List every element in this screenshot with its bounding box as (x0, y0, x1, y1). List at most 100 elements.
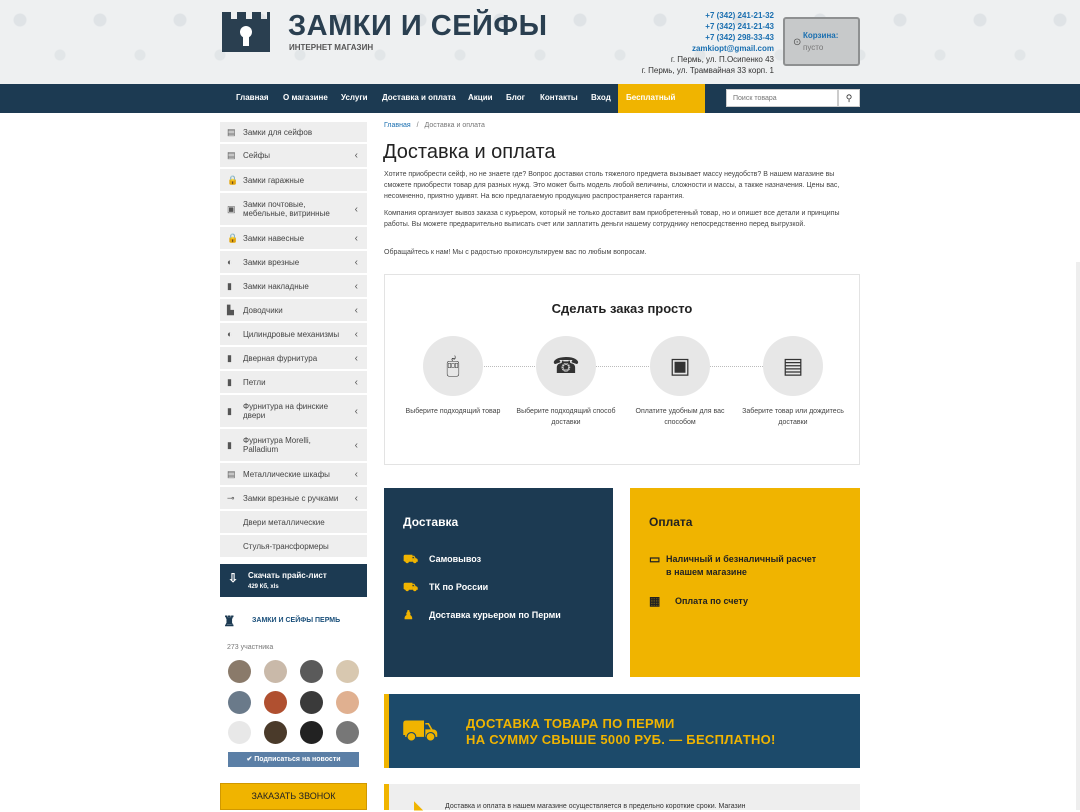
nav-contacts[interactable]: Контакты (540, 84, 578, 113)
avatar[interactable] (300, 691, 323, 714)
sidebar-item[interactable]: ⊸ Замки врезные с ручками ‹ (220, 487, 367, 511)
avatar[interactable] (228, 660, 251, 683)
sidebar-item[interactable]: ▣ Замки почтовые, мебельные, витринные ‹ (220, 193, 367, 227)
sidebar-item[interactable]: ▤ Металлические шкафы ‹ (220, 463, 367, 487)
delivery-item: ⛟ Самовывоз (403, 553, 481, 566)
chevron-left-icon[interactable]: ‹ (355, 440, 358, 451)
chevron-left-icon[interactable]: ‹ (355, 377, 358, 388)
payment-item: ▦ Оплата по счету (649, 595, 748, 608)
vk-group-title[interactable]: ЗАМКИ И СЕЙФЫ ПЕРМЬ (252, 617, 340, 624)
avatar[interactable] (336, 660, 359, 683)
sidebar-item-label: Фурнитура Morelli, Palladium (243, 436, 311, 454)
sidebar-item[interactable]: ▙ Доводчики ‹ (220, 299, 367, 323)
brand-subtitle: ИНТЕРНЕТ МАГАЗИН (289, 43, 374, 52)
sidebar-item-label: Петли (243, 377, 266, 387)
nav-services[interactable]: Услуги (341, 84, 368, 113)
sidebar-item[interactable]: ▤ Сейфы ‹ (220, 144, 367, 169)
avatar[interactable] (264, 721, 287, 744)
price-size: 429 Кб, xls (248, 584, 279, 590)
chevron-left-icon[interactable]: ‹ (355, 353, 358, 364)
delivery-truck-icon: ⛟ (401, 714, 439, 747)
package-icon: ▤ (763, 336, 823, 396)
free-call-button[interactable]: Бесплатный звонок (618, 84, 705, 130)
chevron-left-icon[interactable]: ‹ (355, 493, 358, 504)
avatar[interactable] (300, 660, 323, 683)
invoice-icon: ▦ (649, 594, 661, 608)
avatar[interactable] (336, 721, 359, 744)
operator-icon: ☎ (536, 336, 596, 396)
category-icon: 🔒 (227, 174, 239, 185)
free-delivery-banner[interactable]: ⛟ ДОСТАВКА ТОВАРА ПО ПЕРМИ НА СУММУ СВЫШ… (384, 694, 860, 768)
phone-2[interactable]: +7 (342) 241-21-43 (642, 21, 774, 32)
vk-group-logo-icon[interactable]: ♜ (223, 613, 245, 633)
safe-cart-icon: ⊙ (793, 37, 802, 48)
chevron-left-icon[interactable]: ‹ (355, 204, 358, 215)
sidebar-item[interactable]: 🔒 Замки гаражные (220, 169, 367, 193)
vk-subscribe-button[interactable]: ✔ Подписаться на новости (228, 752, 359, 767)
sidebar-item[interactable]: ▮ Фурнитура на финские двери ‹ (220, 395, 367, 429)
payment-block: Оплата ▭ Наличный и безналичный расчет в … (630, 488, 860, 677)
category-icon: ▮ (227, 405, 232, 416)
category-icon: ▮ (227, 376, 232, 387)
breadcrumb-current: Доставка и оплата (424, 122, 485, 129)
avatar[interactable] (228, 691, 251, 714)
vk-member-count[interactable]: 273 участника (227, 644, 273, 651)
chevron-left-icon[interactable]: ‹ (355, 257, 358, 268)
search-input[interactable] (726, 89, 838, 107)
category-icon: ▮ (227, 352, 232, 363)
nav-about[interactable]: О магазине (283, 84, 328, 113)
sidebar-item[interactable]: ▮ Петли ‹ (220, 371, 367, 395)
sidebar-item[interactable]: Двери металлические (220, 511, 367, 535)
sidebar-item[interactable]: ▤ Замки для сейфов (220, 122, 367, 144)
sidebar-item[interactable]: ▮ Дверная фурнитура ‹ (220, 347, 367, 371)
category-icon: ▙ (227, 304, 234, 315)
nav-blog[interactable]: Блог (506, 84, 525, 113)
chevron-left-icon[interactable]: ‹ (355, 233, 358, 244)
sidebar-item[interactable]: ▮ Фурнитура Morelli, Palladium ‹ (220, 429, 367, 463)
category-icon: ▣ (227, 203, 236, 214)
sidebar-item[interactable]: Стулья-трансформеры (220, 535, 367, 559)
nav-promo[interactable]: Акции (468, 84, 493, 113)
sidebar-item[interactable]: 🔒 Замки навесные ‹ (220, 227, 367, 251)
breadcrumb: Главная / Доставка и оплата (384, 122, 485, 129)
category-icon: ▮ (227, 439, 232, 450)
sidebar-item[interactable]: ◐ Замки врезные ‹ (220, 251, 367, 275)
chevron-left-icon[interactable]: ‹ (355, 281, 358, 292)
sidebar-item[interactable]: ◐ Цилиндровые механизмы ‹ (220, 323, 367, 347)
chevron-left-icon[interactable]: ‹ (355, 150, 358, 161)
avatar[interactable] (336, 691, 359, 714)
category-icon: ⊸ (227, 492, 235, 503)
cart-widget[interactable]: ⊙ Корзина: пусто (783, 17, 860, 66)
avatar[interactable] (300, 721, 323, 744)
phone-3[interactable]: +7 (342) 298-33-43 (642, 32, 774, 43)
intro-paragraph: Хотите приобрести сейф, но не знаете где… (384, 171, 840, 200)
sidebar-item-label: Замки гаражные (243, 175, 305, 185)
brand-name[interactable]: ЗАМКИ И СЕЙФЫ (288, 10, 548, 43)
category-icon: ◐ (227, 329, 233, 339)
steps-title: Сделать заказ просто (551, 301, 693, 316)
category-icon: 🔒 (227, 232, 239, 243)
scrollbar[interactable] (1076, 262, 1080, 810)
order-steps: Сделать заказ просто 🖱 Выберите подходящи… (384, 274, 860, 465)
nav-delivery[interactable]: Доставка и оплата (382, 84, 456, 113)
avatar[interactable] (264, 660, 287, 683)
order-call-button[interactable]: ЗАКАЗАТЬ ЗВОНОК (220, 783, 367, 810)
chevron-left-icon[interactable]: ‹ (355, 305, 358, 316)
price-list-button[interactable]: ⇩ Скачать прайс-лист 429 Кб, xls (220, 564, 367, 597)
nav-login[interactable]: Вход (591, 84, 611, 113)
chevron-left-icon[interactable]: ‹ (355, 469, 358, 480)
sidebar-item[interactable]: ▮ Замки накладные ‹ (220, 275, 367, 299)
chevron-left-icon[interactable]: ‹ (355, 406, 358, 417)
chevron-left-icon[interactable]: ‹ (355, 329, 358, 340)
contact-paragraph: Обращайтесь к нам! Мы с радостью проконс… (384, 249, 647, 256)
castle-logo-icon[interactable] (220, 12, 272, 52)
avatar[interactable] (228, 721, 251, 744)
search-button[interactable]: ⚲ (838, 89, 860, 107)
phone-1[interactable]: +7 (342) 241-21-32 (642, 10, 774, 21)
category-icon: ▮ (227, 280, 232, 291)
breadcrumb-home[interactable]: Главная (384, 122, 411, 129)
download-icon: ⇩ (228, 571, 239, 585)
nav-home[interactable]: Главная (236, 84, 269, 113)
avatar[interactable] (264, 691, 287, 714)
email-link[interactable]: zamkiopt@gmail.com (642, 43, 774, 54)
